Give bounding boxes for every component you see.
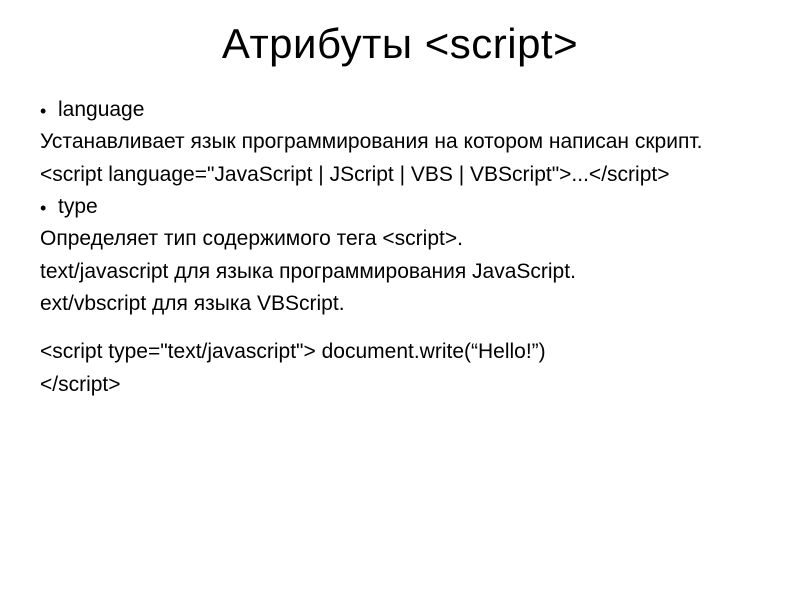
body-text: ext/vbscript для языка VBScript. bbox=[40, 290, 760, 318]
code-text: </script> bbox=[40, 371, 760, 399]
bullet-dot-icon bbox=[40, 193, 58, 221]
bullet-dot-icon bbox=[40, 96, 58, 124]
bullet-text: language bbox=[58, 96, 760, 124]
code-text: <script type="text/javascript"> document… bbox=[40, 338, 760, 366]
slide-title: Атрибуты <script> bbox=[40, 20, 760, 68]
body-text: Определяет тип содержимого тега <script>… bbox=[40, 225, 760, 253]
spacer bbox=[40, 322, 760, 338]
code-text: <script language="JavaScript | JScript |… bbox=[40, 161, 760, 189]
slide-content: language Устанавливает язык программиров… bbox=[40, 96, 760, 399]
bullet-item: type bbox=[40, 193, 760, 221]
body-text: Устанавливает язык программирования на к… bbox=[40, 128, 760, 156]
bullet-text: type bbox=[58, 193, 760, 221]
bullet-item: language bbox=[40, 96, 760, 124]
slide: Атрибуты <script> language Устанавливает… bbox=[0, 0, 800, 600]
body-text: text/javascript для языка программирован… bbox=[40, 258, 760, 286]
